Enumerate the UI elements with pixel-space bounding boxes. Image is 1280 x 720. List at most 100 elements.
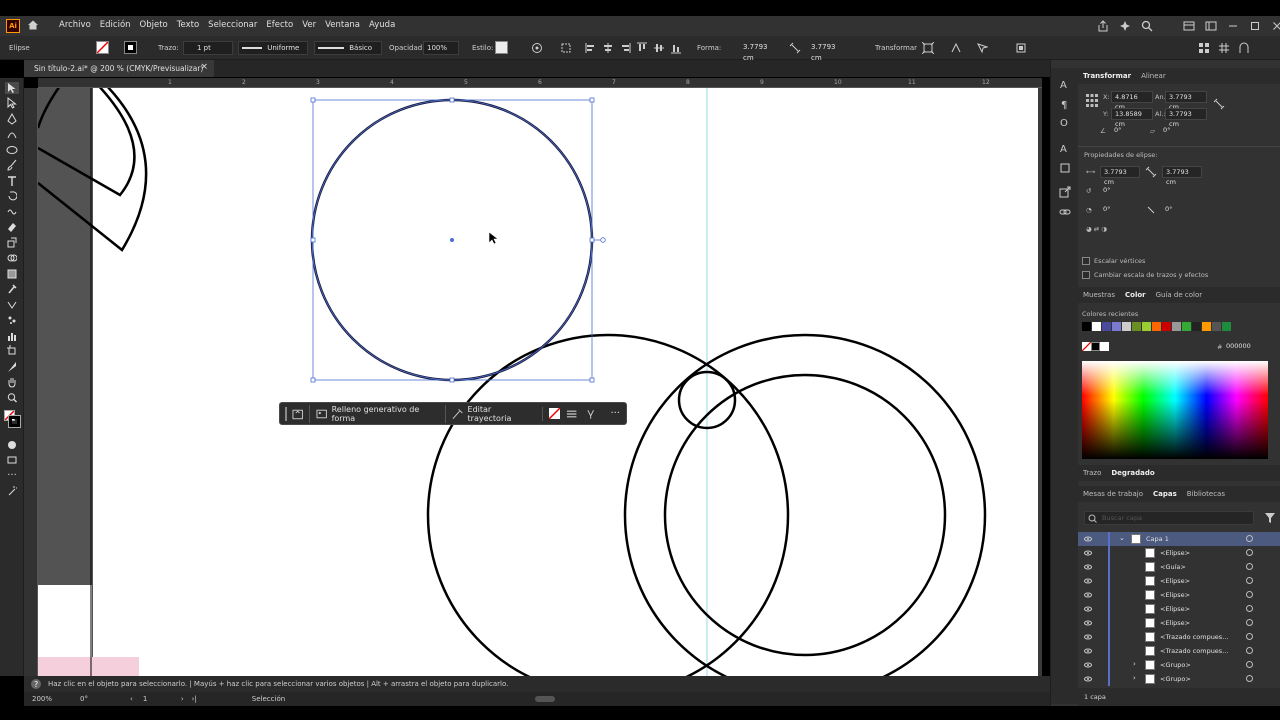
angle-field[interactable]: 0° [1111, 125, 1145, 137]
color-swatch[interactable] [1182, 322, 1191, 331]
home-icon[interactable] [27, 19, 39, 31]
menu-seleccionar[interactable]: Seleccionar [208, 20, 257, 30]
x-field[interactable]: 4.8716 cm [1111, 91, 1153, 111]
menu-archivo[interactable]: Archivo [59, 20, 91, 30]
direct-selection-tool[interactable] [5, 96, 19, 109]
horizontal-scroll-thumb[interactable] [535, 696, 556, 702]
rotate-view[interactable]: 0° [80, 695, 120, 703]
close-window-icon[interactable] [1271, 20, 1280, 32]
isolate-icon[interactable] [922, 42, 934, 54]
color-swatch[interactable] [1112, 322, 1121, 331]
grid-toggle-icon[interactable] [1218, 42, 1230, 54]
export-panel-icon[interactable] [1059, 186, 1071, 198]
layer-item-row[interactable]: › <Grupo> [1078, 658, 1280, 672]
character-panel-icon[interactable]: A [1059, 78, 1071, 90]
layer-search-input[interactable]: Buscar capa [1084, 511, 1254, 525]
color-swatch[interactable] [1092, 322, 1101, 331]
stroke-weight-field[interactable]: 1 pt [183, 41, 233, 55]
chevron-down-icon[interactable]: ⌄ [1119, 534, 1125, 542]
color-swatch[interactable] [1152, 322, 1161, 331]
column-graph-tool[interactable] [5, 330, 19, 342]
layer-item-row[interactable]: <Trazado compues... [1078, 644, 1280, 658]
drag-handle[interactable] [285, 406, 287, 421]
transform-link[interactable]: Transformar [875, 44, 917, 52]
layer-item-row[interactable]: <Elipse> [1078, 588, 1280, 602]
color-swatch[interactable] [1172, 322, 1181, 331]
color-swatch[interactable] [1142, 322, 1151, 331]
width-field[interactable]: 3.7793 cm [1165, 91, 1207, 111]
align-center-h-icon[interactable] [602, 42, 614, 54]
shape-height-field[interactable]: 3.7793 cm [808, 41, 850, 62]
puppet-warp-icon[interactable] [950, 42, 962, 54]
links-panel-icon[interactable] [1059, 206, 1071, 218]
eye-icon[interactable] [1084, 661, 1092, 669]
maximize-icon[interactable] [1249, 20, 1261, 32]
prev-artboard-icon[interactable]: ‹ [130, 695, 133, 703]
layer-row[interactable]: ⌄ Capa 1 [1078, 532, 1280, 546]
shape-builder-tool[interactable] [5, 252, 19, 264]
eye-icon[interactable] [1084, 591, 1092, 599]
gradient-tool[interactable] [5, 268, 19, 280]
slice-tool[interactable] [5, 361, 19, 373]
more-options-icon[interactable]: ··· [604, 408, 626, 419]
pen-tool[interactable] [5, 112, 19, 125]
zoom-tool[interactable] [5, 392, 19, 404]
artboard-number[interactable]: 1 [143, 695, 173, 703]
layer-item-row[interactable]: › <Grupo> [1078, 672, 1280, 686]
align-right-icon[interactable] [619, 42, 631, 54]
layer-item-row[interactable]: <Elipse> [1078, 574, 1280, 588]
generative-tool[interactable] [5, 485, 19, 497]
artwork[interactable] [38, 88, 1042, 676]
color-swatch[interactable] [1202, 322, 1211, 331]
document-tab[interactable]: Sin título-2.ai* @ 200 % (CMYK/Previsual… [24, 60, 214, 77]
blend-tool[interactable] [5, 299, 19, 311]
minimize-icon[interactable] [1227, 20, 1239, 32]
reference-point-icon[interactable] [1086, 94, 1098, 108]
menu-ventana[interactable]: Ventana [325, 20, 360, 30]
align-left-icon[interactable] [585, 42, 597, 54]
graphic-style-swatch[interactable] [495, 41, 508, 54]
eyedropper-tool[interactable] [5, 283, 19, 295]
discover-icon[interactable] [1119, 20, 1131, 32]
opacity-field[interactable]: 100% [423, 41, 459, 55]
color-swatch[interactable] [1082, 322, 1091, 331]
menu-objeto[interactable]: Objeto [140, 20, 168, 30]
tab-guia-color[interactable]: Guía de color [1151, 287, 1208, 303]
generative-fill-icon[interactable] [292, 408, 303, 420]
shape-width-field[interactable]: 3.7793 cm [740, 41, 782, 62]
properties-panel-icon[interactable] [1059, 162, 1071, 174]
height-field[interactable]: 3.7793 cm [1165, 108, 1207, 128]
layer-item-row[interactable]: <Elipse> [1078, 546, 1280, 560]
snap-icon[interactable] [1238, 42, 1250, 54]
tab-bibliotecas[interactable]: Bibliotecas [1182, 486, 1230, 502]
stroke-indicator[interactable] [8, 415, 21, 428]
hand-tool[interactable] [5, 376, 19, 388]
generative-shape-fill-button[interactable]: Relleno generativo de forma [309, 404, 445, 423]
color-spectrum[interactable] [1082, 361, 1268, 459]
symbol-sprayer-tool[interactable] [5, 314, 19, 326]
menu-texto[interactable]: Texto [177, 20, 199, 30]
recolor-icon[interactable] [531, 42, 543, 54]
scale-strokes-checkbox[interactable]: Cambiar escala de trazos y efectos [1082, 271, 1208, 279]
menu-ayuda[interactable]: Ayuda [369, 20, 395, 30]
pie-angle-field[interactable]: 0° [1100, 185, 1134, 197]
screen-mode[interactable] [5, 454, 19, 466]
color-swatch[interactable] [1212, 322, 1221, 331]
color-swatch[interactable] [1102, 322, 1111, 331]
vertical-ruler[interactable] [24, 88, 38, 676]
constrain-proportions-icon[interactable] [1213, 98, 1225, 110]
artboard-tool[interactable] [5, 345, 19, 357]
selection-tool[interactable] [5, 81, 19, 94]
canvas-area[interactable] [38, 88, 1042, 676]
layer-item-row[interactable]: <Guía> [1078, 560, 1280, 574]
fill-stroke-mini[interactable] [1081, 341, 1109, 352]
warp-tool[interactable] [5, 206, 19, 218]
toggle-panels-icon[interactable] [1198, 42, 1210, 54]
search-icon[interactable] [1141, 20, 1153, 32]
vertical-scrollbar[interactable] [1038, 88, 1042, 676]
zoom-level[interactable]: 200% [32, 695, 72, 703]
layer-item-row[interactable]: <Elipse> [1078, 616, 1280, 630]
stroke-lines-icon[interactable] [566, 408, 577, 420]
eye-icon[interactable] [1084, 605, 1092, 613]
last-artboard-icon[interactable]: ›| [192, 695, 197, 703]
